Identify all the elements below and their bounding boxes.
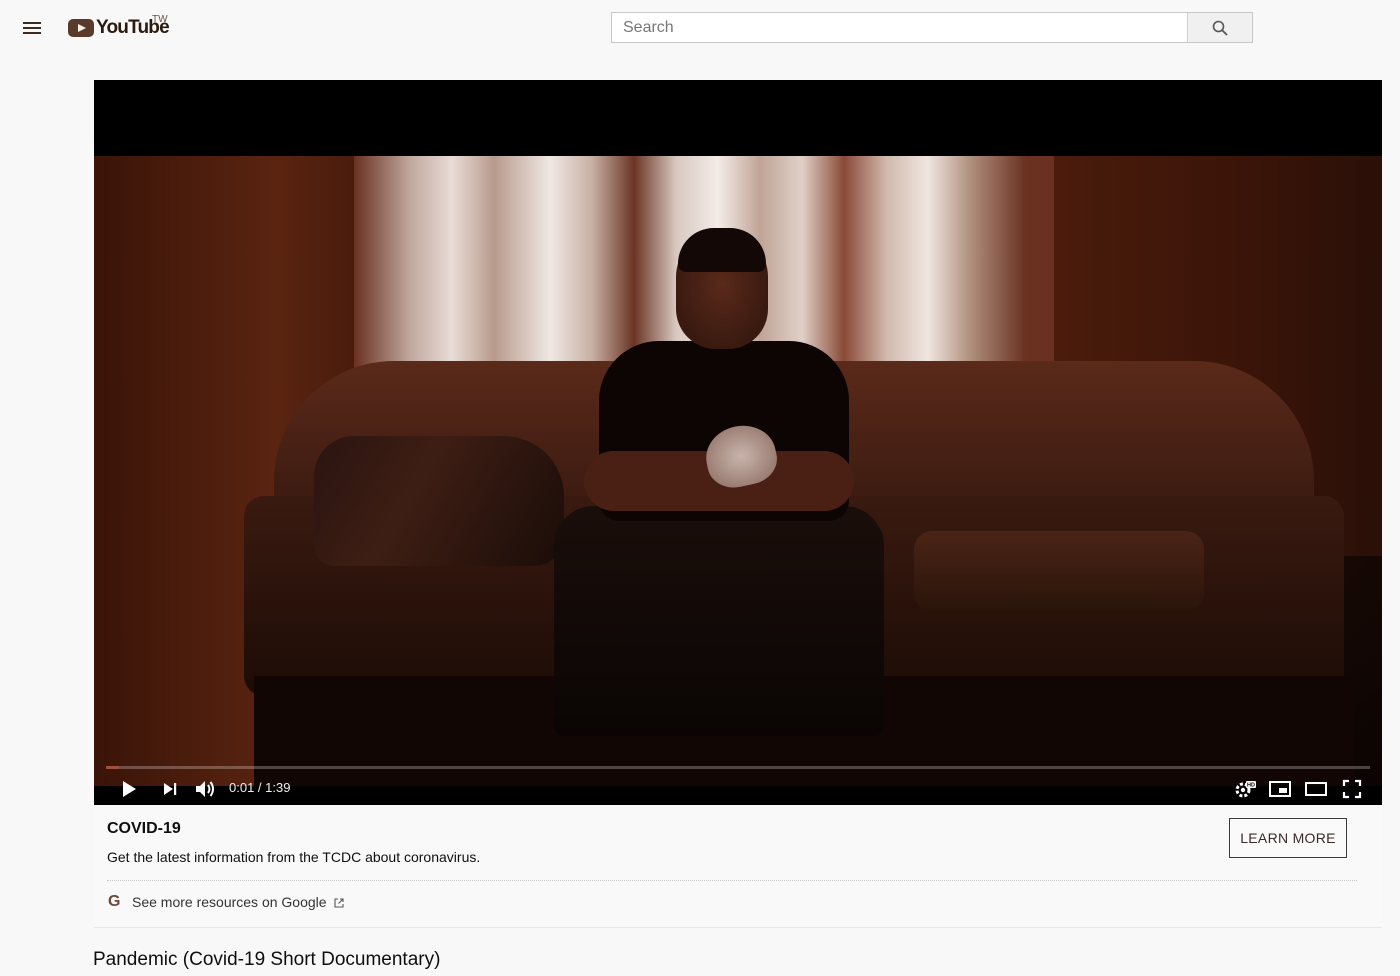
miniplayer-icon	[1269, 781, 1291, 797]
fullscreen-icon	[1342, 779, 1362, 799]
fullscreen-button[interactable]	[1339, 776, 1365, 802]
learn-more-button[interactable]: LEARN MORE	[1229, 818, 1347, 858]
settings-icon: HD	[1235, 781, 1256, 798]
time-display: 0:01 / 1:39	[229, 780, 291, 795]
info-description: Get the latest information from the TCDC…	[107, 849, 481, 865]
settings-button[interactable]: HD	[1231, 776, 1257, 802]
search-button[interactable]	[1187, 13, 1252, 42]
player-controls: 0:01 / 1:39 HD	[94, 772, 1382, 805]
video-title: Pandemic (Covid-19 Short Documentary)	[93, 949, 441, 970]
logo-region: TW	[152, 14, 168, 25]
volume-icon	[196, 781, 214, 797]
miniplayer-button[interactable]	[1267, 776, 1293, 802]
video-player[interactable]: 0:01 / 1:39 HD	[94, 80, 1382, 805]
divider	[107, 880, 1357, 881]
info-title: COVID-19	[107, 820, 181, 837]
hd-badge: HD	[1247, 783, 1255, 789]
menu-icon[interactable]	[20, 16, 44, 40]
youtube-play-icon	[68, 19, 94, 37]
video-frame[interactable]	[94, 156, 1382, 786]
youtube-logo[interactable]: YouTube TW	[68, 14, 170, 40]
google-resources-link[interactable]: See more resources on Google	[132, 894, 345, 910]
play-button[interactable]	[116, 776, 142, 802]
search-box	[611, 12, 1253, 43]
theater-icon	[1305, 782, 1327, 796]
volume-button[interactable]	[192, 776, 218, 802]
play-icon	[123, 781, 136, 797]
next-icon	[164, 783, 177, 795]
search-icon	[1212, 20, 1228, 36]
external-link-icon	[334, 898, 345, 908]
google-resources-label: See more resources on Google	[132, 894, 327, 910]
theater-button[interactable]	[1303, 776, 1329, 802]
covid-info-panel: COVID-19 Get the latest information from…	[94, 805, 1382, 928]
search-input[interactable]	[612, 13, 1190, 42]
progress-bar[interactable]	[106, 766, 1370, 769]
top-bar: YouTube TW	[0, 0, 1400, 56]
next-button[interactable]	[157, 776, 183, 802]
progress-fill	[106, 766, 119, 769]
google-icon: G	[108, 893, 121, 910]
